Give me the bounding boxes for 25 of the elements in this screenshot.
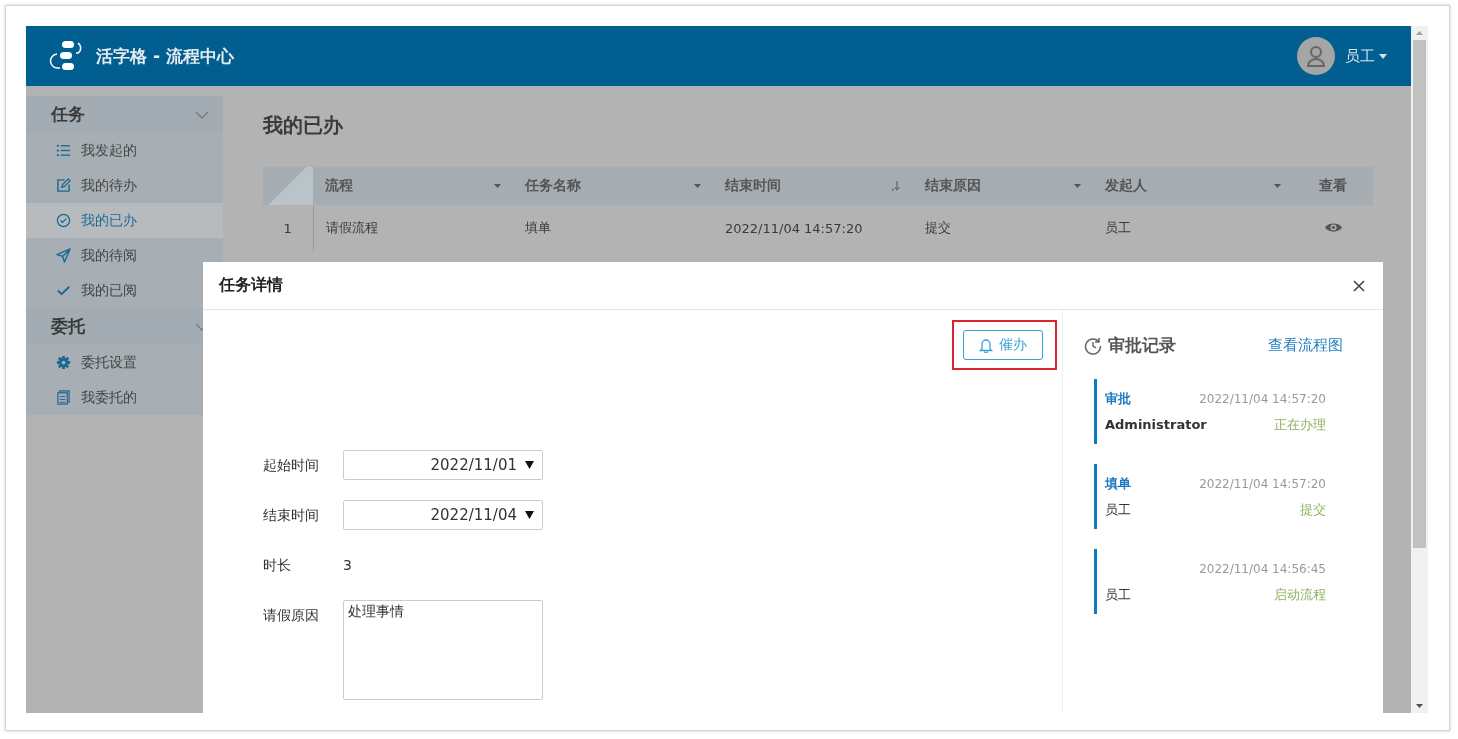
actor-name: Administrator <box>1105 417 1207 432</box>
actor-name: 员工 <box>1105 500 1131 519</box>
status-text: 正在办理 <box>1274 415 1326 434</box>
field-label: 时长 <box>263 556 292 575</box>
field-label: 结束时间 <box>263 506 320 525</box>
app-title: 活字格 - 流程中心 <box>96 44 235 68</box>
table-cell: 2022/11/04 14:57:20 <box>713 205 913 251</box>
table-cell: 请假流程 <box>313 205 513 251</box>
page-title: 我的已办 <box>263 112 344 139</box>
table-cell: 提交 <box>913 205 1093 251</box>
section-title: 审批记录 <box>1108 334 1176 357</box>
step-name: 填单 <box>1105 474 1131 493</box>
status-text: 启动流程 <box>1274 585 1326 604</box>
timestamp: 2022/11/04 14:57:20 <box>1199 476 1326 491</box>
field-value: 3 <box>343 556 352 575</box>
field-label: 起始时间 <box>263 456 320 475</box>
actor-name: 员工 <box>1105 585 1131 604</box>
timestamp: 2022/11/04 14:57:20 <box>1199 391 1326 406</box>
status-text: 提交 <box>1300 500 1326 519</box>
row-number: 1 <box>263 205 313 251</box>
field-label: 请假原因 <box>263 606 320 625</box>
timestamp: 2022/11/04 14:56:45 <box>1199 561 1326 576</box>
table-cell: 填单 <box>513 205 713 251</box>
step-name: 审批 <box>1105 389 1131 408</box>
table-cell: 员工 <box>1093 205 1293 251</box>
